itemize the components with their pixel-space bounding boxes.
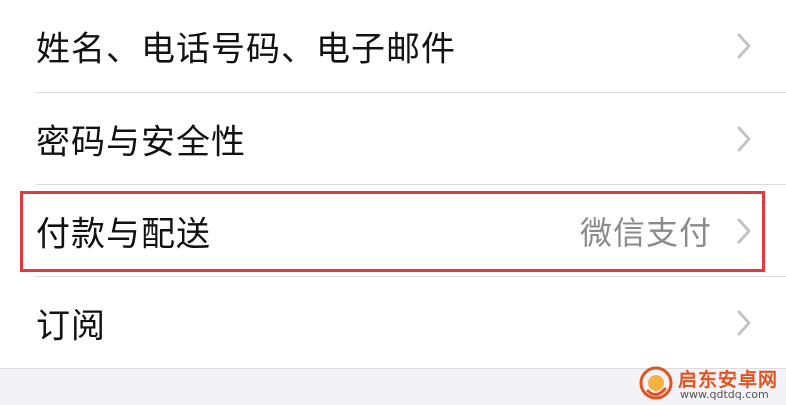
settings-item-subscriptions[interactable]: 订阅 bbox=[0, 277, 786, 369]
highlight-box bbox=[20, 191, 765, 272]
settings-item-label: 姓名、电话号码、电子邮件 bbox=[36, 29, 456, 70]
settings-item-label: 密码与安全性 bbox=[36, 122, 246, 163]
chevron-right-icon bbox=[737, 310, 751, 336]
settings-item-name-phone-email[interactable]: 姓名、电话号码、电子邮件 bbox=[0, 0, 786, 92]
settings-item-password-security[interactable]: 密码与安全性 bbox=[0, 93, 786, 185]
settings-list: 姓名、电话号码、电子邮件 密码与安全性 付款与配送 微信支付 订阅 bbox=[0, 0, 786, 368]
logo-icon bbox=[639, 366, 673, 400]
settings-item-label: 订阅 bbox=[36, 306, 106, 347]
chevron-right-icon bbox=[737, 33, 751, 59]
chevron-right-icon bbox=[737, 126, 751, 152]
watermark-url: www.qdtdq.com bbox=[680, 388, 769, 401]
watermark: 启东安卓网 www.qdtdq.com bbox=[638, 363, 778, 403]
